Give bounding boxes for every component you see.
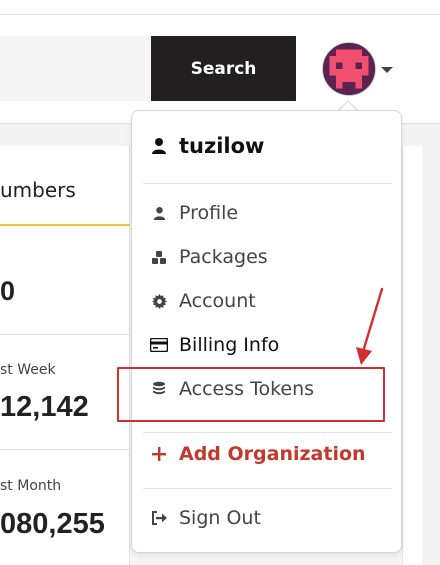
stat-divider (0, 334, 130, 335)
plus-icon (150, 445, 168, 463)
user-icon (150, 204, 168, 222)
menu-item-account[interactable]: Account (150, 290, 256, 312)
menu-item-label: Profile (179, 202, 239, 224)
avatar[interactable] (322, 42, 376, 96)
menu-item-profile[interactable]: Profile (150, 202, 238, 224)
search-button[interactable]: Search (151, 36, 296, 101)
menu-item-label: Packages (179, 246, 268, 268)
stat-value-month: 080,255 (0, 508, 105, 540)
menu-item-label: Sign Out (179, 507, 261, 529)
gear-icon (150, 292, 168, 310)
stat-divider (0, 449, 130, 450)
stat-label-month: st Month (0, 478, 62, 494)
stat-value-week: 12,142 (0, 391, 89, 423)
user-icon (150, 137, 168, 155)
menu-item-label: Billing Info (179, 334, 280, 356)
menu-username: tuzilow (150, 134, 264, 158)
menu-item-label: Add Organization (179, 443, 366, 465)
side-card-edge (402, 146, 422, 565)
menu-item-billing-info[interactable]: Billing Info (150, 334, 279, 356)
menu-divider (143, 432, 392, 433)
stats-card-title: umbers (0, 178, 76, 202)
username-label: tuzilow (179, 134, 265, 158)
cubes-icon (150, 248, 168, 266)
menu-item-add-organization[interactable]: Add Organization (150, 443, 366, 465)
sign-out-icon (150, 509, 168, 527)
stats-card (0, 146, 130, 565)
chevron-down-icon[interactable] (381, 67, 393, 73)
menu-item-sign-out[interactable]: Sign Out (150, 507, 261, 529)
header-rule (0, 14, 440, 15)
menu-item-label: Account (179, 290, 256, 312)
stat-value-total: 0 (0, 276, 16, 306)
active-tab-underline (0, 224, 130, 226)
credit-card-icon (150, 336, 168, 354)
search-input[interactable] (0, 36, 152, 101)
menu-item-packages[interactable]: Packages (150, 246, 268, 268)
annotation-arrow-icon (356, 287, 384, 365)
highlight-annotation-box (117, 367, 385, 422)
avatar-identicon (323, 43, 375, 95)
menu-divider (143, 488, 392, 489)
menu-divider (143, 183, 392, 184)
stat-label-week: st Week (0, 362, 56, 378)
